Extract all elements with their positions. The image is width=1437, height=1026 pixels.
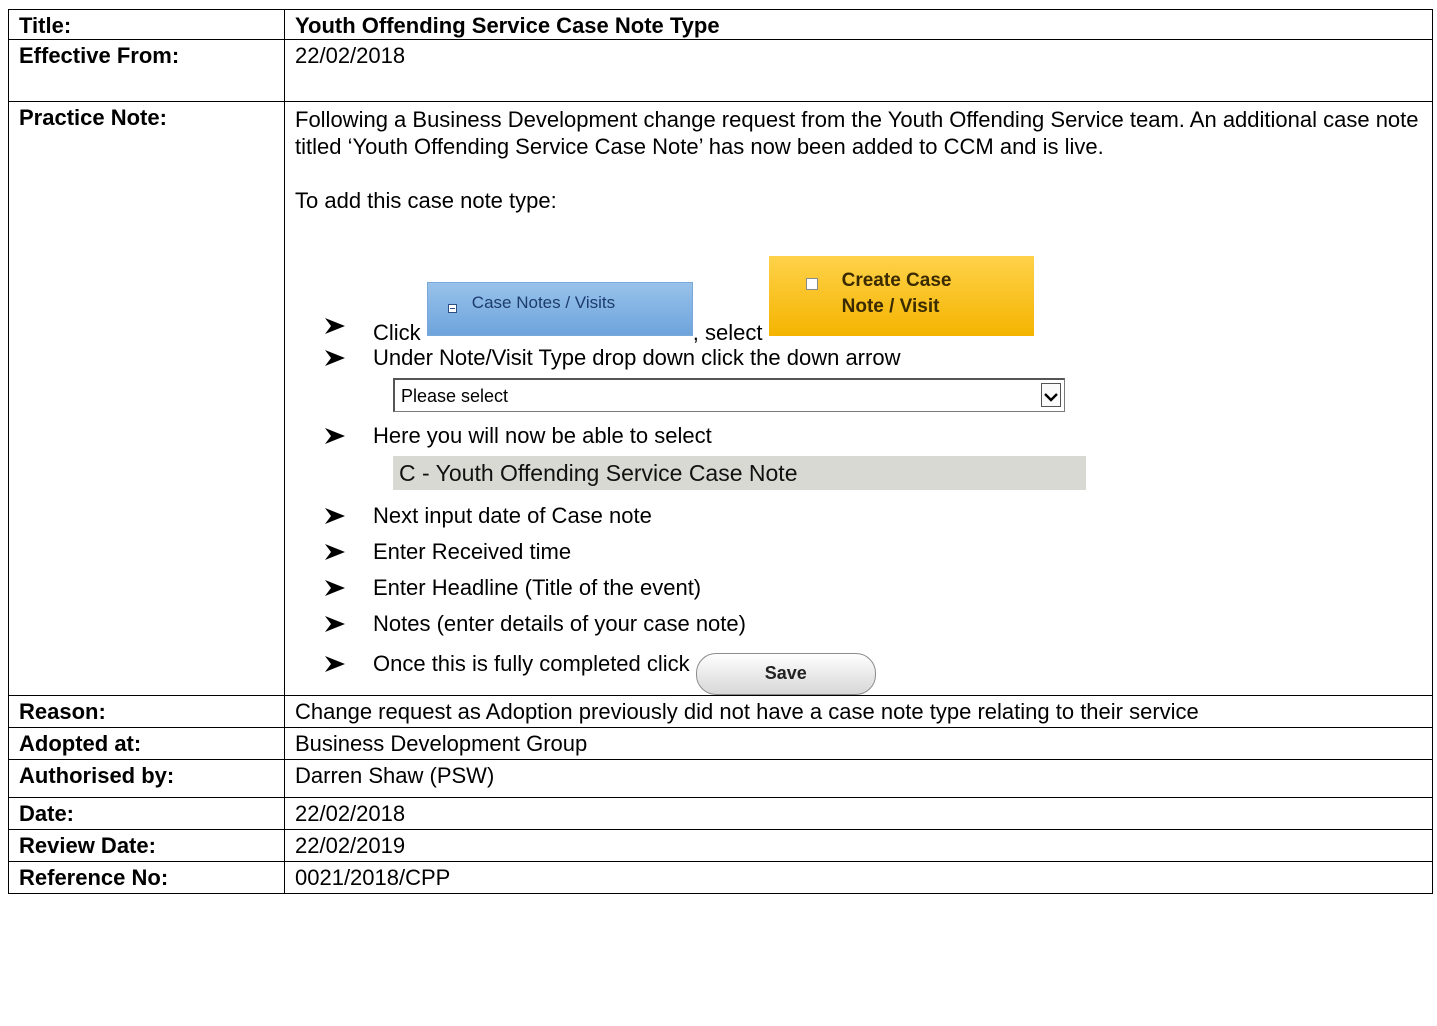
save-button[interactable]: Save [695, 653, 876, 695]
arrow-bullet-icon [325, 656, 345, 672]
authorised-by-label: Authorised by: [8, 759, 285, 798]
reference-no-label: Reference No: [8, 861, 285, 894]
step-2: Under Note/Visit Type drop down click th… [295, 340, 1423, 412]
arrow-bullet-icon [325, 350, 345, 366]
step-6: Enter Headline (Title of the event) [295, 570, 1423, 606]
how-to-text: To add this case note type: [295, 188, 557, 213]
review-date-value: 22/02/2019 [284, 829, 1433, 862]
arrow-bullet-icon [325, 544, 345, 560]
date-value: 22/02/2018 [284, 797, 1433, 830]
row-adopted-at: Adopted at: Business Development Group [8, 727, 1433, 760]
step-4: Next input date of Case note [295, 498, 1423, 534]
authorised-by-value: Darren Shaw (PSW) [284, 759, 1433, 798]
step-3: Here you will now be able to select C - … [295, 418, 1423, 490]
step-5: Enter Received time [295, 534, 1423, 570]
review-date-label: Review Date: [8, 829, 285, 862]
note-visit-type-dropdown[interactable]: Please select [393, 378, 1065, 412]
row-review-date: Review Date: 22/02/2019 [8, 829, 1433, 862]
step-8: Once this is fully completed click Save [295, 642, 1423, 695]
reason-value: Change request as Adoption previously di… [284, 695, 1433, 728]
row-practice-note: Practice Note: Following a Business Deve… [8, 101, 1433, 696]
title-value: Youth Offending Service Case Note Type [284, 9, 1433, 40]
reference-no-value: 0021/2018/CPP [284, 861, 1433, 894]
practice-note-body: Following a Business Development change … [284, 101, 1433, 696]
create-case-note-visit-button[interactable]: Create Case Note / Visit [768, 256, 1034, 336]
row-reference-no: Reference No: 0021/2018/CPP [8, 861, 1433, 894]
row-reason: Reason: Change request as Adoption previ… [8, 695, 1433, 728]
row-title: Title: Youth Offending Service Case Note… [8, 9, 1433, 40]
practice-note-table: Title: Youth Offending Service Case Note… [8, 9, 1433, 894]
case-notes-visits-button[interactable]: Case Notes / Visits [426, 282, 693, 336]
row-authorised-by: Authorised by: Darren Shaw (PSW) [8, 759, 1433, 798]
title-label: Title: [8, 9, 285, 40]
checkbox-icon [805, 278, 818, 290]
row-effective-from: Effective From: 22/02/2018 [8, 39, 1433, 102]
practice-note-label: Practice Note: [8, 101, 285, 696]
arrow-bullet-icon [325, 616, 345, 632]
effective-from-label: Effective From: [8, 39, 285, 102]
practice-note-intro: Following a Business Development change … [295, 107, 1419, 159]
arrow-bullet-icon [325, 318, 345, 334]
arrow-bullet-icon [325, 580, 345, 596]
arrow-bullet-icon [325, 428, 345, 444]
effective-from-value: 22/02/2018 [284, 39, 1433, 102]
steps-list: Click Case Notes / Visits , select Creat… [295, 256, 1423, 695]
arrow-bullet-icon [325, 508, 345, 524]
step-7: Notes (enter details of your case note) [295, 606, 1423, 642]
row-date: Date: 22/02/2018 [8, 797, 1433, 830]
reason-label: Reason: [8, 695, 285, 728]
adopted-at-label: Adopted at: [8, 727, 285, 760]
youth-offending-option[interactable]: C - Youth Offending Service Case Note [393, 456, 1086, 490]
chevron-down-icon[interactable] [1041, 383, 1061, 407]
adopted-at-value: Business Development Group [284, 727, 1433, 760]
step-1: Click Case Notes / Visits , select Creat… [295, 256, 1423, 345]
date-label: Date: [8, 797, 285, 830]
collapse-icon [447, 304, 457, 313]
